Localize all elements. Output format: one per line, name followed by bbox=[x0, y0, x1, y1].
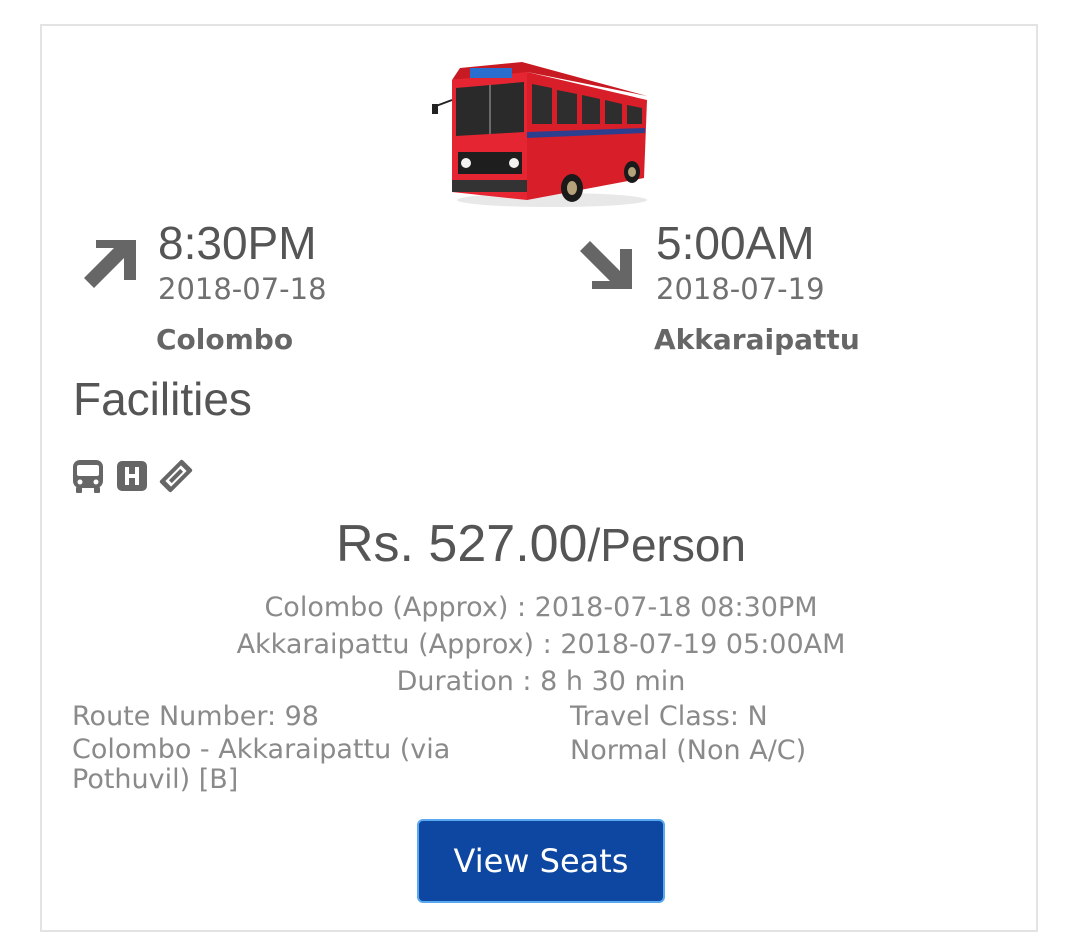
travel-class-code: Travel Class: N bbox=[570, 701, 768, 732]
red-bus-image bbox=[432, 62, 647, 207]
arrival-date: 2018-07-19 bbox=[656, 272, 825, 306]
departure-approx: Colombo (Approx) : 2018-07-18 08:30PM bbox=[264, 592, 818, 623]
travel-class-details: Travel Class: N Normal (Non A/C) bbox=[570, 701, 990, 766]
travel-class-name: Normal (Non A/C) bbox=[570, 735, 807, 766]
arrival-approx: Akkaraipattu (Approx) : 2018-07-19 05:00… bbox=[236, 629, 846, 660]
bus-icon bbox=[73, 460, 103, 493]
facilities-heading: Facilities bbox=[73, 373, 252, 425]
arrival-city: Akkaraipattu bbox=[654, 323, 860, 356]
arrival-time: 5:00AM bbox=[656, 217, 815, 269]
arrow-down-right-icon bbox=[580, 241, 632, 289]
departure-city: Colombo bbox=[156, 323, 294, 356]
ticket-icon bbox=[159, 459, 193, 493]
route-name: Colombo - Akkaraipattu (via Pothuvil) [B… bbox=[72, 734, 451, 795]
trip-duration: Duration : 8 h 30 min bbox=[396, 666, 686, 697]
arrow-up-right-icon bbox=[84, 240, 136, 288]
route-number: Route Number: 98 bbox=[72, 701, 319, 732]
price: Rs. 527.00/Person bbox=[42, 518, 1040, 570]
departure-date: 2018-07-18 bbox=[158, 272, 327, 306]
bus-trip-card: 8:30PM 2018-07-18 Colombo 5:00AM 2018-07… bbox=[40, 24, 1038, 932]
view-seats-button[interactable]: View Seats bbox=[417, 819, 665, 903]
facility-icon-list bbox=[71, 458, 193, 494]
route-details: Route Number: 98 Colombo - Akkaraipattu … bbox=[72, 701, 502, 795]
departure-time: 8:30PM bbox=[158, 217, 317, 269]
price-unit: /Person bbox=[587, 519, 747, 571]
hospital-icon bbox=[117, 461, 147, 491]
price-amount: Rs. 527.00 bbox=[335, 515, 588, 573]
